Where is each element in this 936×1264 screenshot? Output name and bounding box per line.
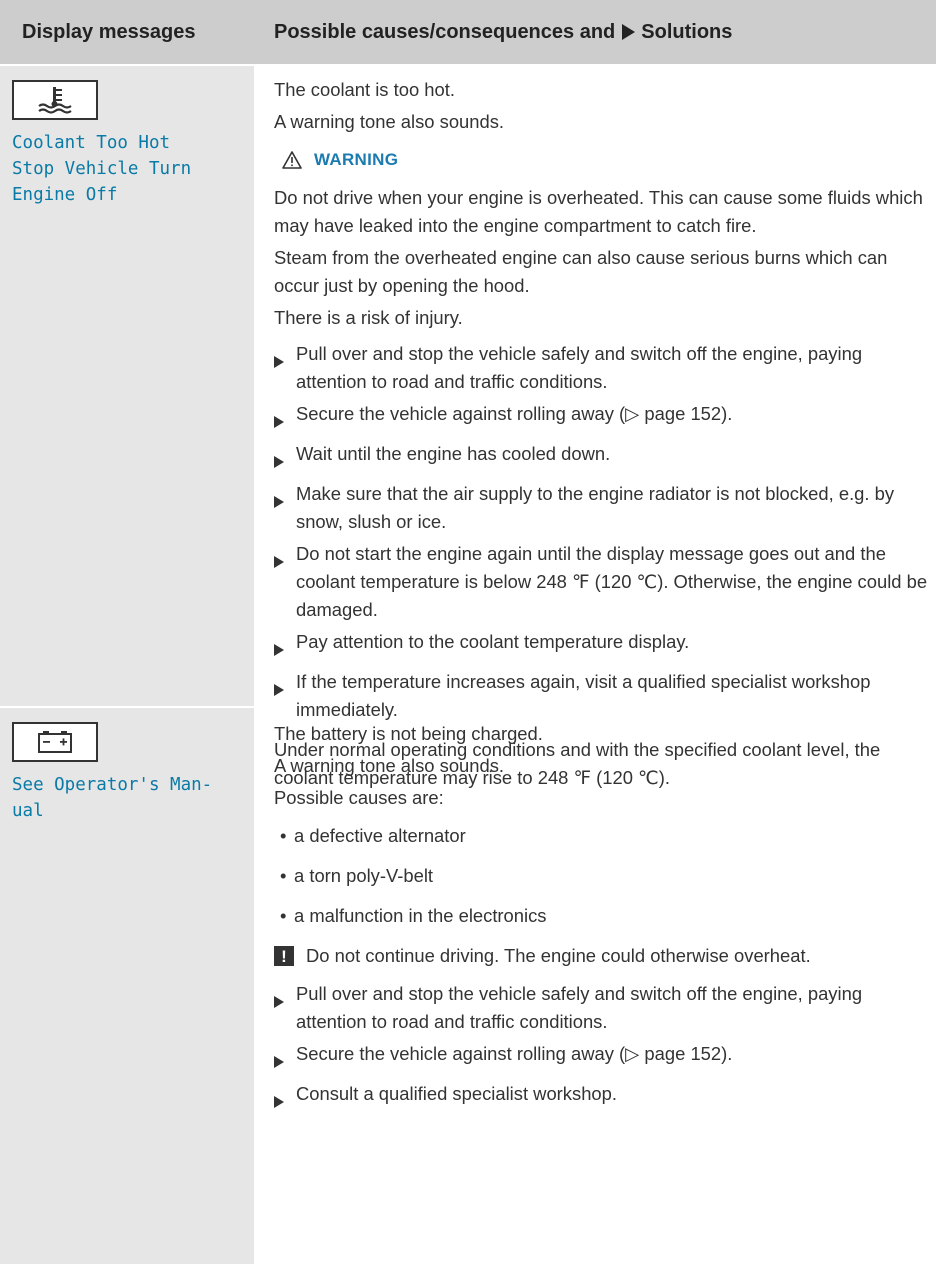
caution-note: ! Do not continue driving. The engine co… (274, 942, 936, 970)
solution-step: Wait until the engine has cooled down. (274, 440, 936, 476)
display-messages-table: Display messages Possible causes/consequ… (0, 0, 936, 1264)
step-arrow-icon (274, 684, 284, 696)
causes-solutions-cell: The coolant is too hot. A warning tone a… (254, 66, 936, 788)
cause-text: The coolant is too hot. (274, 79, 455, 100)
exclamation-icon: ! (274, 946, 294, 966)
solution-step: Pull over and stop the vehicle safely an… (274, 340, 936, 396)
display-message-cell: See Operator's Man- ual (0, 708, 254, 1264)
step-arrow-icon (274, 1056, 284, 1068)
solution-step: Secure the vehicle against rolling away … (274, 1040, 936, 1076)
coolant-too-hot-message: Coolant Too Hot Stop Vehicle Turn Engine… (12, 133, 192, 205)
step-arrow-icon (274, 996, 284, 1008)
step-arrow-icon (274, 644, 284, 656)
header-causes-label: Possible causes/consequences and (274, 20, 616, 43)
causes-solutions-cell: The battery is not being charged. A warn… (254, 708, 936, 1264)
warning-text: Steam from the overheated engine can als… (274, 247, 888, 296)
solution-step: Do not start the engine again until the … (274, 540, 936, 624)
table-row: Coolant Too Hot Stop Vehicle Turn Engine… (0, 64, 936, 788)
solution-arrow-icon (622, 24, 636, 40)
header-display-messages: Display messages (22, 20, 196, 43)
warning-triangle-icon (282, 151, 302, 169)
solution-step: Pay attention to the coolant temperature… (274, 628, 936, 664)
table-row: See Operator's Man- ual The battery is n… (0, 706, 936, 1264)
warning-label: WARNING (314, 150, 399, 169)
coolant-temperature-icon (12, 80, 98, 120)
list-item: • a torn poly-V-belt (280, 865, 434, 886)
solution-step: Consult a qualified specialist workshop. (274, 1080, 936, 1116)
step-arrow-icon (274, 556, 284, 568)
step-arrow-icon (274, 356, 284, 368)
warning-text: There is a risk of injury. (274, 307, 463, 328)
battery-icon (12, 722, 98, 762)
cause-text: The battery is not being charged. (274, 723, 543, 744)
cause-text: Possible causes are: (274, 787, 444, 808)
display-message-cell: Coolant Too Hot Stop Vehicle Turn Engine… (0, 66, 254, 706)
header-causes-solutions: Possible causes/consequences and Solutio… (254, 0, 936, 64)
cause-text: A warning tone also sounds. (274, 111, 505, 132)
solution-step: Make sure that the air supply to the eng… (274, 480, 936, 536)
cause-text: A warning tone also sounds. (274, 755, 505, 776)
header-solutions-label: Solutions (641, 20, 733, 43)
warning-heading: WARNING (282, 146, 936, 174)
step-arrow-icon (274, 416, 284, 428)
solution-step: Pull over and stop the vehicle safely an… (274, 980, 936, 1036)
list-item: • a defective alternator (280, 825, 466, 846)
table-header: Display messages Possible causes/consequ… (0, 0, 936, 64)
see-operators-manual-message: See Operator's Man- ual (12, 775, 213, 821)
step-arrow-icon (274, 1096, 284, 1108)
warning-text: Do not drive when your engine is overhea… (274, 187, 923, 236)
solution-step: Secure the vehicle against rolling away … (274, 400, 936, 436)
list-item: • a malfunction in the electronics (280, 905, 547, 926)
step-arrow-icon (274, 496, 284, 508)
step-arrow-icon (274, 456, 284, 468)
